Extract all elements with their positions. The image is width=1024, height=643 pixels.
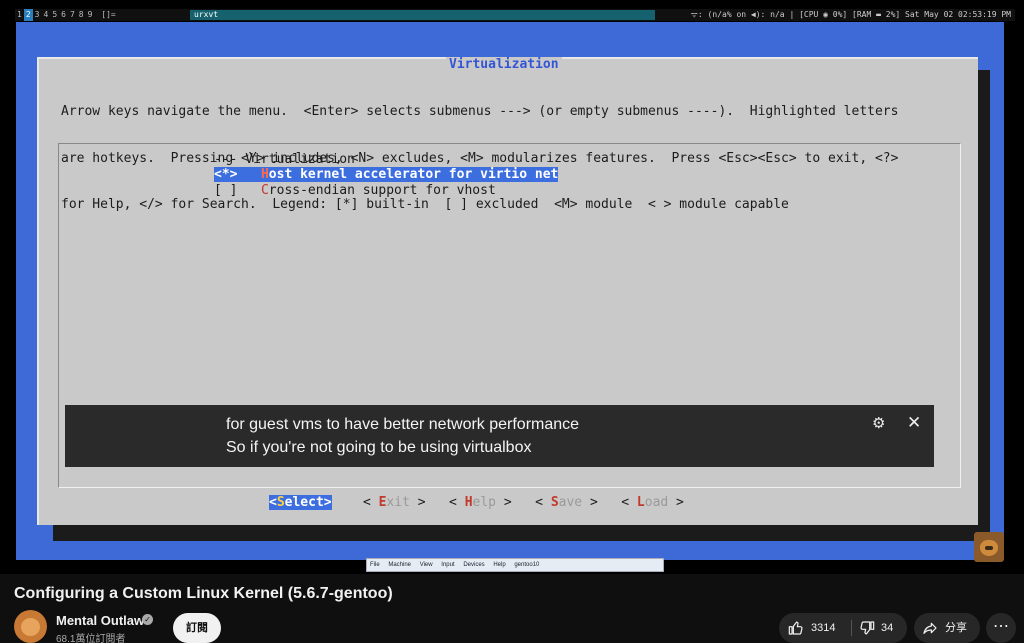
button-label: oad bbox=[644, 495, 669, 510]
subscribe-button[interactable]: 訂閱 bbox=[173, 613, 221, 643]
menu-item-label: ross-endian support for vhost bbox=[268, 183, 496, 198]
like-separator bbox=[851, 620, 852, 636]
caption-line-2: So if you're not going to be using virtu… bbox=[226, 439, 532, 456]
menu-item-host-kernel-accelerator[interactable]: <*> Host kernel accelerator for virtio n… bbox=[214, 167, 559, 182]
workspace-5[interactable]: 5 bbox=[50, 9, 59, 21]
button-bracket: < bbox=[449, 495, 465, 510]
workspace-1[interactable]: 1 bbox=[15, 9, 24, 21]
vbox-vm-name: gentoo10 bbox=[514, 562, 540, 568]
caption-overlay: for guest vms to have better network per… bbox=[65, 405, 934, 467]
menu-item-state: <*> bbox=[214, 167, 261, 182]
caption-line-1: for guest vms to have better network per… bbox=[226, 416, 580, 433]
menu-item-label: ost kernel accelerator for virtio net bbox=[268, 167, 559, 182]
video-player[interactable]: 123456789 []= urxvt ᯤ: (n/a% on ◀): n/a … bbox=[0, 0, 1024, 574]
share-button[interactable]: 分享 bbox=[914, 613, 980, 643]
button-bracket: < bbox=[362, 495, 379, 510]
menu-item-state: [ ] bbox=[214, 183, 261, 198]
button-bracket: < bbox=[621, 495, 637, 510]
layout-indicator: []= bbox=[101, 10, 116, 19]
channel-name[interactable]: Mental Outlaw bbox=[56, 613, 144, 628]
like-button[interactable]: 3314 bbox=[779, 613, 849, 643]
button-label: elp bbox=[472, 495, 497, 510]
more-actions-button[interactable]: ⋯ bbox=[986, 613, 1016, 643]
vbox-menu-help[interactable]: Help bbox=[493, 562, 505, 568]
like-dislike-group: 3314 34 bbox=[779, 613, 907, 643]
button-hotkey: S bbox=[276, 495, 285, 510]
vbox-menu-view[interactable]: View bbox=[420, 562, 433, 568]
workspace-2[interactable]: 2 bbox=[23, 9, 33, 21]
exit-button[interactable]: < Exit > bbox=[363, 495, 426, 510]
workspace-list: 123456789 []= bbox=[15, 9, 118, 21]
button-hotkey: H bbox=[464, 495, 473, 510]
help-line-1: Arrow keys navigate the menu. <Enter> se… bbox=[61, 104, 899, 119]
button-hotkey: L bbox=[636, 495, 645, 510]
video-title: Configuring a Custom Linux Kernel (5.6.7… bbox=[14, 585, 393, 602]
subscriber-count: 68.1萬位訂閱者 bbox=[56, 634, 126, 643]
dislike-button[interactable]: 34 bbox=[853, 613, 907, 643]
share-label: 分享 bbox=[945, 622, 967, 634]
i3-status-bar: 123456789 []= urxvt ᯤ: (n/a% on ◀): n/a … bbox=[15, 9, 1015, 21]
workspace-9[interactable]: 9 bbox=[86, 9, 95, 21]
button-bracket: > bbox=[496, 495, 512, 510]
cat-avatar-image bbox=[974, 532, 1004, 562]
workspace-8[interactable]: 8 bbox=[77, 9, 86, 21]
help-button[interactable]: < Help > bbox=[449, 495, 512, 510]
vbox-menu-machine[interactable]: Machine bbox=[388, 562, 411, 568]
button-label: ave bbox=[558, 495, 583, 510]
dialog-shadow-bottom bbox=[53, 525, 990, 541]
like-count: 3314 bbox=[811, 622, 836, 634]
thumbs-up-icon bbox=[788, 621, 803, 635]
channel-avatar[interactable] bbox=[14, 610, 47, 643]
dialog-shadow-right bbox=[978, 70, 990, 525]
workspace-4[interactable]: 4 bbox=[41, 9, 50, 21]
button-bracket: > bbox=[582, 495, 598, 510]
button-hotkey: S bbox=[550, 495, 559, 510]
menu-item-hotkey: H bbox=[260, 167, 269, 182]
button-bracket: < bbox=[269, 495, 277, 510]
workspace-7[interactable]: 7 bbox=[68, 9, 77, 21]
vbox-menu-input[interactable]: Input bbox=[441, 562, 454, 568]
dialog-buttons: <Select> < Exit > < Help > < Save > < Lo… bbox=[269, 495, 684, 510]
save-button[interactable]: < Save > bbox=[535, 495, 598, 510]
workspace-6[interactable]: 6 bbox=[59, 9, 68, 21]
dialog-title: Virtualization bbox=[446, 57, 562, 73]
button-label: xit bbox=[386, 495, 410, 510]
menu-header: --- Virtualization bbox=[214, 152, 355, 167]
vbox-menu-file[interactable]: File bbox=[370, 562, 380, 568]
window-title: urxvt bbox=[190, 10, 655, 20]
gear-icon[interactable]: ⚙ bbox=[872, 416, 888, 432]
select-button[interactable]: <Select> bbox=[269, 495, 332, 510]
vbox-menu-devices[interactable]: Devices bbox=[463, 562, 484, 568]
share-icon bbox=[923, 622, 937, 634]
button-bracket: > bbox=[409, 495, 426, 510]
button-bracket: < bbox=[535, 495, 551, 510]
close-icon[interactable]: ✕ bbox=[907, 414, 923, 431]
thumbs-down-icon bbox=[860, 621, 875, 635]
dislike-count: 34 bbox=[881, 622, 894, 634]
virtualbox-menubar: File Machine View Input Devices Help gen… bbox=[366, 558, 664, 572]
menu-item-cross-endian-support[interactable]: [ ] Cross-endian support for vhost bbox=[214, 183, 496, 198]
button-bracket: > bbox=[323, 495, 332, 510]
button-bracket: > bbox=[668, 495, 684, 510]
load-button[interactable]: < Load > bbox=[621, 495, 684, 510]
verified-icon: ✓ bbox=[142, 614, 153, 625]
button-label: elect bbox=[284, 495, 324, 510]
system-status: ᯤ: (n/a% on ◀): n/a | [CPU ◉ 0%] [RAM ▬ … bbox=[690, 10, 1011, 19]
workspace-3[interactable]: 3 bbox=[33, 9, 42, 21]
menu-item-hotkey: C bbox=[260, 183, 269, 198]
